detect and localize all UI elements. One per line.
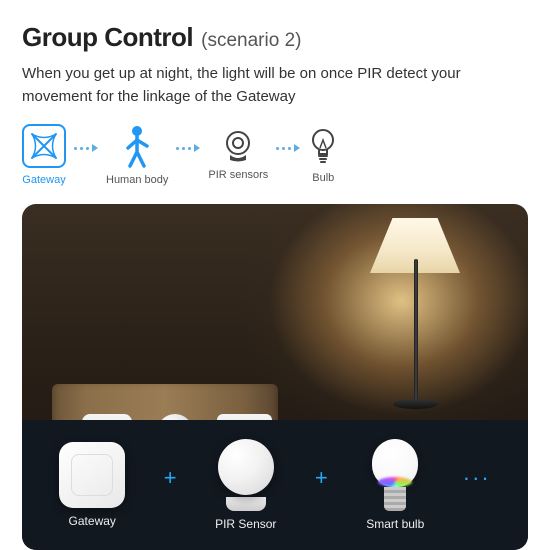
gateway-product-icon xyxy=(59,442,125,508)
plus-icon: + xyxy=(164,465,177,491)
bulb-product-icon xyxy=(370,439,420,511)
product-pir: PIR Sensor xyxy=(215,439,276,531)
flow-label-gateway: Gateway xyxy=(22,174,65,186)
flow-label-bulb: Bulb xyxy=(312,172,334,184)
arrow-icon xyxy=(74,144,98,152)
pir-product-icon xyxy=(218,439,274,495)
flow-item-gateway: Gateway xyxy=(22,124,66,186)
product-label-gateway: Gateway xyxy=(69,514,116,528)
plus-icon: + xyxy=(315,465,328,491)
flow-label-human: Human body xyxy=(106,174,168,186)
product-bulb: Smart bulb xyxy=(366,439,424,531)
flow-item-bulb: Bulb xyxy=(308,126,338,184)
arrow-icon xyxy=(276,144,300,152)
title-row: Group Control (scenario 2) xyxy=(22,22,528,53)
flow-label-pir: PIR sensors xyxy=(208,169,268,181)
product-label-bulb: Smart bulb xyxy=(366,517,424,531)
flow-item-human: Human body xyxy=(106,124,168,186)
description-text: When you get up at night, the light will… xyxy=(22,63,528,108)
human-icon xyxy=(119,124,155,168)
product-row: Gateway + PIR Sensor + Smart bulb ··· xyxy=(22,420,528,550)
product-gateway: Gateway xyxy=(59,442,125,528)
more-icon: ··· xyxy=(463,465,491,491)
scene-illustration: Gateway + PIR Sensor + Smart bulb ··· xyxy=(22,204,528,550)
product-label-pir: PIR Sensor xyxy=(215,517,276,531)
flow-diagram: Gateway Human body PIR sensors xyxy=(22,124,528,186)
flow-item-pir: PIR sensors xyxy=(208,129,268,181)
bulb-icon xyxy=(308,126,338,166)
pir-icon xyxy=(221,129,255,163)
page-subtitle: (scenario 2) xyxy=(201,30,301,52)
gateway-icon xyxy=(22,124,66,168)
page-title: Group Control xyxy=(22,22,193,53)
arrow-icon xyxy=(176,144,200,152)
